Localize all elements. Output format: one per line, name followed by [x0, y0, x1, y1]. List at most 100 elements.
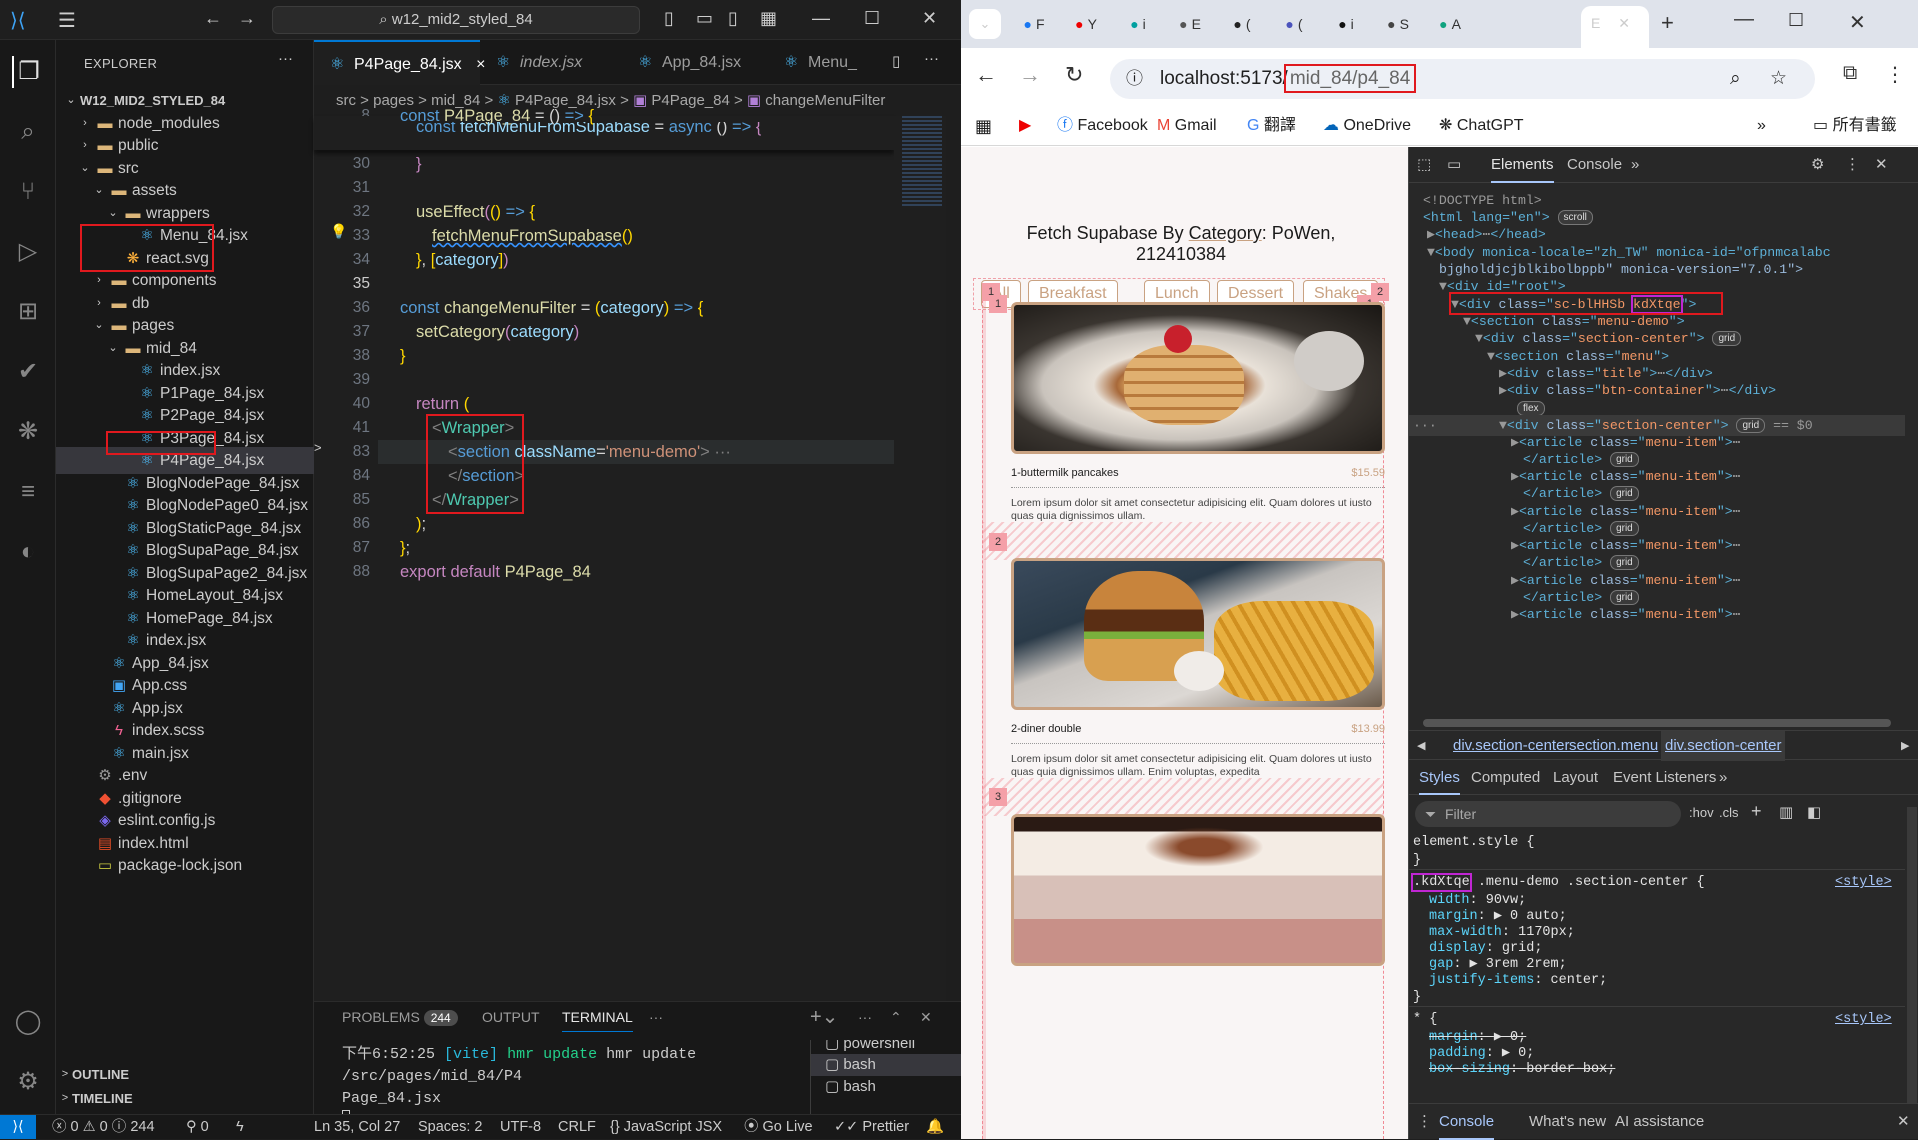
code-editor[interactable]: 8122930313233343536373839404183848586878… — [314, 107, 894, 1001]
element-style-rule[interactable]: element.style { — [1413, 833, 1535, 852]
drawer-menu-icon[interactable]: ⋮ — [1417, 1104, 1432, 1140]
inspect-element-icon[interactable]: ⬚ — [1417, 147, 1431, 183]
dom-tree[interactable]: <!DOCTYPE html> <html lang="en"> scroll … — [1409, 184, 1905, 714]
computed-sidebar-icon[interactable]: ◧ — [1807, 803, 1821, 821]
prettier[interactable]: ✓✓ Prettier — [834, 1115, 909, 1139]
forward-arrow-icon[interactable]: → — [238, 8, 256, 29]
search-icon[interactable]: ⌕ — [12, 116, 44, 148]
close-tab-icon[interactable]: ✕ — [1618, 15, 1630, 31]
back-icon[interactable]: ← — [975, 62, 997, 88]
tab-console[interactable]: Console — [1567, 147, 1622, 183]
reload-icon[interactable]: ↻ — [1065, 62, 1083, 88]
tab-search-icon[interactable]: ⌄ — [969, 9, 1001, 39]
close-window-icon[interactable]: ✕ — [922, 8, 937, 29]
timeline-section[interactable]: > TIMELINE — [56, 1085, 314, 1112]
maximize-panel-icon[interactable]: ⌃ — [890, 1002, 902, 1032]
more-style-tabs-icon[interactable]: » — [1719, 761, 1727, 795]
site-info-icon[interactable]: ⓘ — [1126, 59, 1143, 99]
encoding[interactable]: UTF-8 — [500, 1115, 541, 1139]
universal-rule-selector[interactable]: * { — [1413, 1010, 1437, 1029]
tree-item[interactable]: ▭ package-lock.json — [56, 852, 314, 879]
accounts-icon[interactable]: ◯ — [12, 1006, 44, 1038]
toggle-sidebar-icon[interactable]: ▯ — [664, 8, 674, 29]
dom-crumb[interactable]: div.section-center — [1453, 731, 1569, 761]
more-tabs-icon[interactable]: » — [1631, 147, 1639, 183]
tab-menu[interactable]: ⚛ Menu_ — [768, 40, 888, 85]
maximize-icon[interactable]: ☐ — [864, 8, 880, 29]
tab-terminal[interactable]: TERMINAL — [562, 1002, 633, 1032]
run-debug-icon[interactable]: ▷ — [12, 236, 44, 268]
command-center[interactable]: ⌕ w12_mid2_styled_84 — [272, 6, 640, 34]
drawer-close-icon[interactable]: ✕ — [1897, 1104, 1910, 1140]
crumb-function[interactable]: changeMenuFilter — [765, 92, 885, 109]
gmail-bookmark[interactable]: M Gmail — [1157, 106, 1217, 146]
tab-elements[interactable]: Elements — [1491, 147, 1554, 183]
rule-source-link[interactable]: <style> — [1835, 873, 1892, 892]
address-bar[interactable]: ⓘ localhost:5173/mid_84/p4_84 ⌕ ☆ — [1110, 59, 1815, 99]
drawer-tab-whats-new[interactable]: What's new — [1529, 1104, 1606, 1140]
minimap[interactable] — [894, 116, 946, 1001]
back-arrow-icon[interactable]: ← — [204, 8, 222, 29]
explorer-more-icon[interactable]: ··· — [278, 50, 293, 67]
chrome-maximize-icon[interactable]: ☐ — [1788, 10, 1804, 31]
devtools-menu-icon[interactable]: ⋮ — [1845, 147, 1860, 183]
drawer-tab-ai[interactable]: AI assistance — [1615, 1104, 1704, 1140]
css-property[interactable]: justify-items: center; — [1429, 971, 1607, 990]
tab-p4page[interactable]: ⚛ P4Page_84.jsx × — [314, 40, 485, 85]
cursor-position[interactable]: Ln 35, Col 27 — [314, 1115, 400, 1139]
browser-tab[interactable]: ●( — [1225, 9, 1259, 39]
drawer-tab-console[interactable]: Console — [1439, 1104, 1495, 1140]
new-rule-icon[interactable]: + — [1751, 801, 1762, 822]
css-property[interactable]: box-sizing: border-box; — [1429, 1060, 1615, 1079]
crumb-right-icon[interactable]: ▶ — [1901, 731, 1909, 761]
bookmarks-overflow-icon[interactable]: » — [1757, 106, 1766, 146]
browser-tab[interactable]: ●( — [1277, 9, 1311, 39]
device-toolbar-icon[interactable]: ▭ — [1447, 147, 1461, 183]
extensions-puzzle-icon[interactable]: ⧉ — [1843, 62, 1857, 85]
translate-bookmark[interactable]: G 翻譯 — [1247, 106, 1296, 146]
dom-crumb[interactable]: section.menu — [1569, 731, 1658, 761]
editor-more-icon[interactable]: ··· — [924, 50, 939, 67]
tab-computed[interactable]: Computed — [1471, 761, 1540, 795]
language-mode[interactable]: {} JavaScript JSX — [610, 1115, 722, 1139]
tab-app84[interactable]: ⚛ App_84.jsx — [622, 40, 768, 85]
dom-hscrollbar[interactable] — [1423, 719, 1891, 727]
chrome-close-icon[interactable]: ✕ — [1849, 10, 1866, 35]
chatgpt-icon[interactable]: ❋ — [12, 416, 44, 448]
new-terminal-icon[interactable]: +⌄ — [810, 1002, 838, 1032]
crumb-left-icon[interactable]: ◀ — [1417, 731, 1425, 761]
styles-scrollbar[interactable] — [1907, 807, 1917, 1107]
tab-event-listeners[interactable]: Event Listeners — [1613, 761, 1716, 795]
chrome-menu-icon[interactable]: ⋮ — [1885, 62, 1905, 87]
notifications-bell-icon[interactable]: 🔔 — [926, 1115, 944, 1139]
rule-selector[interactable]: .kdXtqe .menu-demo .section-center { — [1411, 873, 1705, 892]
tab-output[interactable]: OUTPUT — [482, 1002, 540, 1032]
toggle-panel-icon[interactable]: ▭ — [696, 8, 713, 29]
tab-styles[interactable]: Styles — [1419, 761, 1460, 795]
chrome-minimize-icon[interactable]: — — [1734, 8, 1754, 31]
browser-tab[interactable]: ● Y — [1069, 9, 1103, 39]
dom-crumb[interactable]: div.section-center — [1661, 731, 1786, 761]
browser-tab[interactable]: ● F — [1017, 9, 1051, 39]
go-live[interactable]: ⦿ Go Live — [744, 1115, 813, 1139]
outline-section[interactable]: > OUTLINE — [56, 1061, 314, 1088]
chatgpt-bookmark[interactable]: ❋ ChatGPT — [1439, 106, 1524, 146]
minimize-icon[interactable]: — — [812, 8, 830, 29]
outline-list-icon[interactable]: ≡ — [12, 476, 44, 508]
close-panel-icon[interactable]: ✕ — [920, 1002, 932, 1032]
source-control-icon[interactable]: ⑂ — [12, 176, 44, 208]
testing-icon[interactable]: ✔ — [12, 356, 44, 388]
indentation[interactable]: Spaces: 2 — [418, 1115, 483, 1139]
facebook-bookmark[interactable]: ⓕ Facebook — [1057, 106, 1148, 146]
remote-indicator[interactable]: ⟩⟨ — [0, 1115, 36, 1139]
cls-toggle[interactable]: .cls — [1719, 805, 1739, 820]
lightning-icon[interactable]: ϟ — [236, 1115, 244, 1139]
zoom-icon[interactable]: ⌕ — [1730, 59, 1741, 99]
remote-explorer-icon[interactable]: ◐ — [12, 536, 44, 568]
dom-line[interactable]: ▶<article class="menu-item">⋯ — [1511, 604, 1741, 625]
all-bookmarks[interactable]: ▭ 所有書籤 — [1813, 106, 1897, 146]
panel-more-icon[interactable]: ··· — [649, 1002, 663, 1032]
browser-tab[interactable]: ● i — [1121, 9, 1155, 39]
tab-index[interactable]: ⚛ index.jsx — [480, 40, 622, 85]
ports-indicator[interactable]: ⚲ 0 — [186, 1115, 209, 1139]
